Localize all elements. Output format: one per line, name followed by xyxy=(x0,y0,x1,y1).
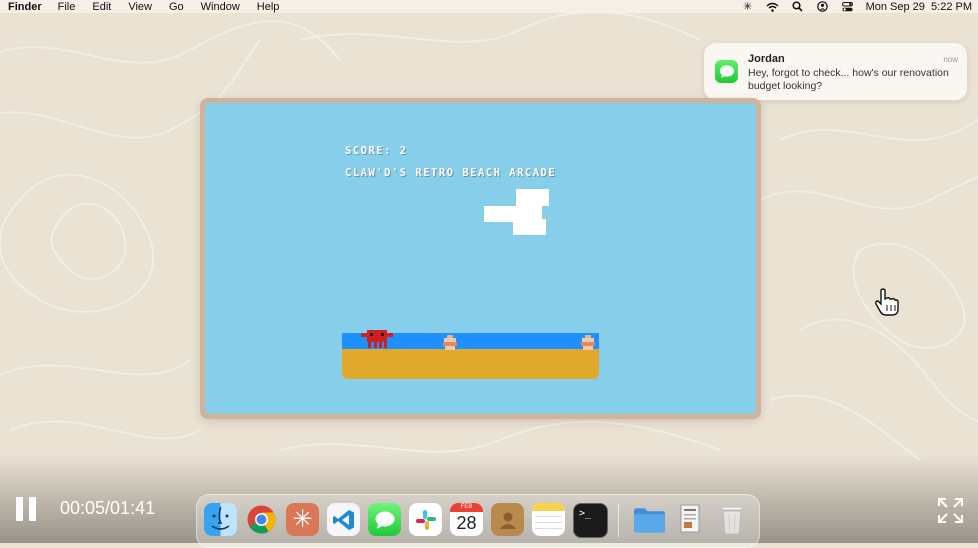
hand-pointer-cursor xyxy=(875,288,899,316)
notification-time: now xyxy=(943,55,958,64)
notification-sender: Jordan xyxy=(748,53,785,65)
trash-icon[interactable] xyxy=(715,503,748,536)
calendar-month: FEB xyxy=(450,503,483,512)
wifi-icon[interactable] xyxy=(766,1,780,13)
terminal-icon[interactable]: >_ xyxy=(573,503,608,538)
menu-clock[interactable]: Mon Sep 29 5:22 PM xyxy=(866,1,972,13)
messages-icon xyxy=(715,60,738,83)
cloud-block-bottom xyxy=(513,219,546,235)
menu-view[interactable]: View xyxy=(128,1,152,13)
chrome-icon[interactable] xyxy=(245,503,278,536)
claude-icon[interactable]: ✳ xyxy=(286,503,319,536)
menu-help[interactable]: Help xyxy=(257,1,280,13)
menu-go[interactable]: Go xyxy=(169,1,184,13)
game-title: CLAW'D'S RETRO BEACH ARCADE xyxy=(345,167,557,179)
message-notification[interactable]: Jordan now Hey, forgot to check... how's… xyxy=(704,43,967,100)
messages-icon[interactable] xyxy=(368,503,401,536)
cloud-block-top xyxy=(516,189,549,206)
folder-icon[interactable] xyxy=(633,503,666,536)
game-window: SCORE: 2 CLAW'D'S RETRO BEACH ARCADE xyxy=(200,98,761,419)
pause-button[interactable] xyxy=(16,497,38,521)
score-label: SCORE: 2 xyxy=(345,145,408,157)
slack-icon[interactable] xyxy=(409,503,442,536)
notification-message: Hey, forgot to check... how's our renova… xyxy=(748,67,949,92)
dock-separator xyxy=(618,503,619,537)
claude-status-icon[interactable]: ✳ xyxy=(741,1,755,13)
menu-app-name[interactable]: Finder xyxy=(8,1,42,13)
calendar-day: 28 xyxy=(456,513,477,533)
menu-file[interactable]: File xyxy=(58,1,76,13)
video-timecode: 00:05/01:41 xyxy=(60,498,156,518)
menu-bar: Finder File Edit View Go Window Help ✳ M… xyxy=(0,0,978,13)
seashell-pickup xyxy=(581,335,595,350)
menu-window[interactable]: Window xyxy=(201,1,240,13)
pause-icon xyxy=(16,497,23,521)
finder-icon[interactable] xyxy=(204,503,237,536)
contacts-icon[interactable] xyxy=(491,503,524,536)
seashell-pickup xyxy=(443,335,457,350)
control-center-icon[interactable] xyxy=(841,1,855,13)
spotlight-search-icon[interactable] xyxy=(791,1,805,13)
document-icon[interactable] xyxy=(674,503,707,536)
game-canvas[interactable]: SCORE: 2 CLAW'D'S RETRO BEACH ARCADE xyxy=(205,103,756,414)
menu-edit[interactable]: Edit xyxy=(92,1,111,13)
user-account-icon[interactable] xyxy=(816,1,830,13)
notes-icon[interactable] xyxy=(532,503,565,536)
dock: ✳ FEB 28 >_ xyxy=(196,494,760,548)
calendar-icon[interactable]: FEB 28 xyxy=(450,503,483,536)
fullscreen-icon[interactable] xyxy=(937,497,964,524)
vscode-icon[interactable] xyxy=(327,503,360,536)
crab-player xyxy=(361,330,393,348)
beach-sand xyxy=(342,349,599,379)
